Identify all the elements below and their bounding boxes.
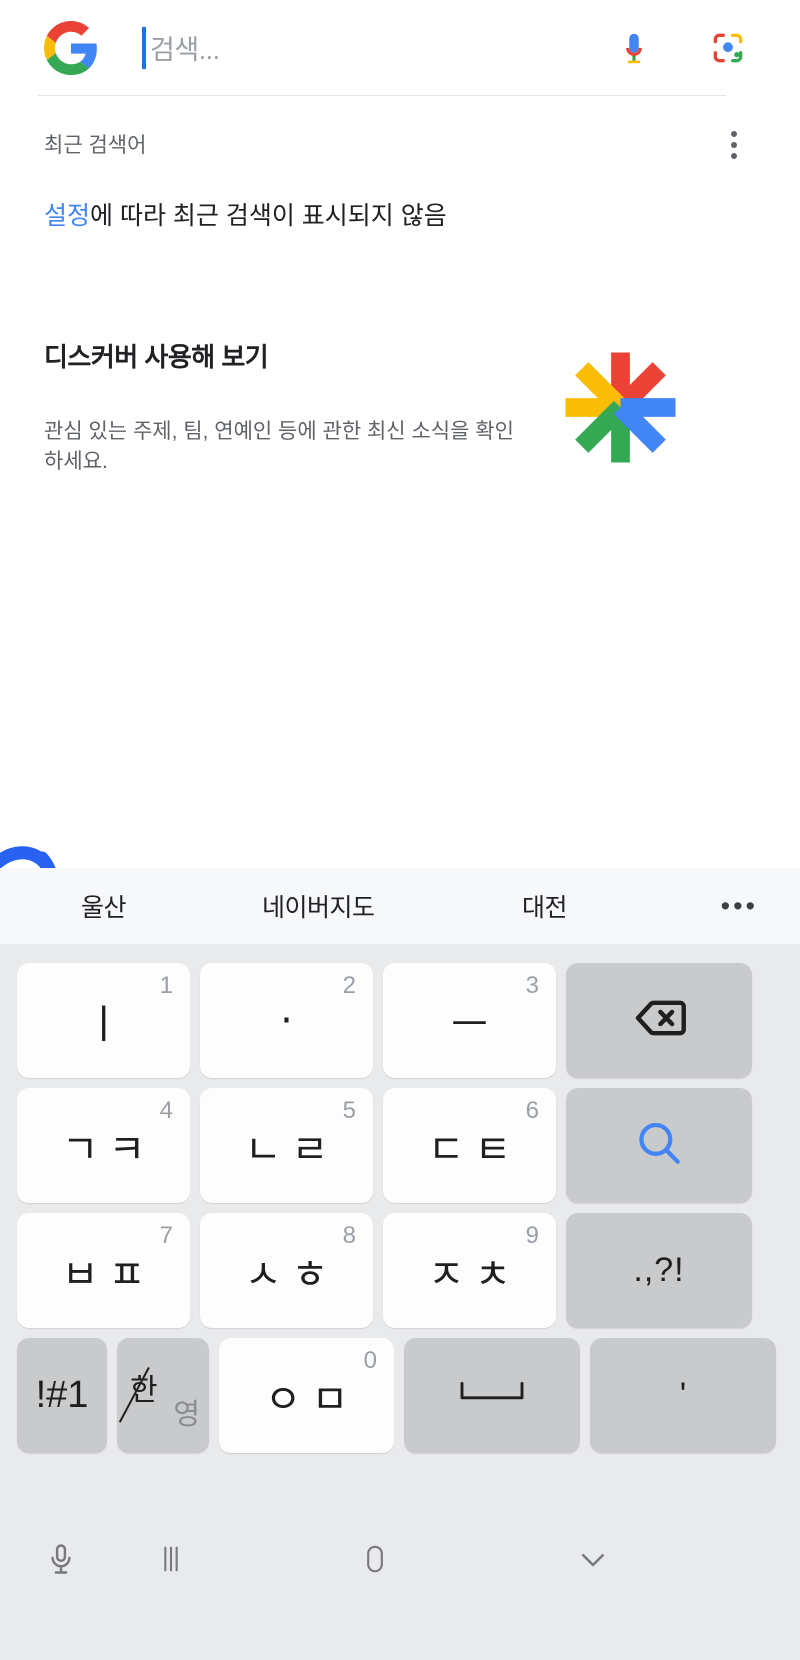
key-label: ㅂㅍ: [61, 1251, 156, 1298]
key-number: 8: [342, 1222, 356, 1249]
recent-searches-header: 최근 검색어: [0, 118, 800, 170]
key-giyeok-kieuk[interactable]: ㄱㅋ 4: [17, 1088, 190, 1203]
key-label: .,?!: [633, 1251, 685, 1289]
key-jieut-chieut[interactable]: ㅈㅊ 9: [383, 1213, 556, 1328]
key-number: 5: [342, 1097, 356, 1124]
korean-keyboard: ㅣ 1 · 2 ㅡ 3 ㄱㅋ 4 ㄴㄹ 5 ㄷㅌ 6 ㅂㅍ 7 ㅅㅎ 8 ㅈㅊ …: [0, 944, 800, 1489]
search-magnifier-icon: [632, 1116, 686, 1175]
key-number: 2: [342, 972, 356, 999]
home-icon[interactable]: [330, 1519, 420, 1599]
key-label: ㅅㅎ: [244, 1251, 339, 1298]
language-toggle-icon: 한 영: [118, 1361, 202, 1431]
keyboard-row-1: ㅣ 1 · 2 ㅡ 3: [12, 958, 788, 1083]
key-symbols[interactable]: !#1: [17, 1338, 107, 1453]
key-label: ㅇㅁ: [264, 1376, 359, 1423]
suggestion-chip-2[interactable]: 대전: [522, 888, 568, 924]
key-number: 6: [525, 1097, 539, 1124]
key-label: ㅣ: [85, 1001, 132, 1048]
key-space[interactable]: [404, 1338, 580, 1453]
key-dot[interactable]: · 2: [200, 963, 373, 1078]
recent-apps-icon[interactable]: [126, 1519, 216, 1599]
key-label: ㅈㅊ: [427, 1251, 522, 1298]
notice-text: 에 따라 최근 검색이 표시되지 않음: [90, 202, 447, 230]
key-number: 3: [525, 972, 539, 999]
key-label: ·: [280, 997, 303, 1044]
keyboard-row-4: !#1 한 영 ㅇㅁ 0 ': [12, 1333, 788, 1458]
text-cursor: [142, 26, 146, 69]
search-input[interactable]: 검색...: [142, 21, 606, 75]
system-navigation-bar: [0, 1489, 800, 1660]
more-vertical-icon[interactable]: [714, 125, 754, 165]
discover-subtitle: 관심 있는 주제, 팀, 연예인 등에 관한 최신 소식을 확인하세요.: [44, 420, 514, 474]
key-backspace[interactable]: [566, 963, 752, 1078]
google-discover-asterisk-icon: [553, 345, 688, 470]
key-label: !#1: [35, 1374, 89, 1416]
key-number: 7: [159, 1222, 173, 1249]
key-label: ㄱㅋ: [61, 1126, 156, 1173]
key-label-eng: 영: [173, 1398, 200, 1431]
google-g-logo-icon: [44, 20, 98, 75]
key-eu[interactable]: ㅡ 3: [383, 963, 556, 1078]
key-label: ': [679, 1376, 687, 1414]
key-siot-hieut[interactable]: ㅅㅎ 8: [200, 1213, 373, 1328]
suggestions-more-button[interactable]: •••: [721, 891, 758, 922]
key-number: 4: [159, 1097, 173, 1124]
no-recent-searches-notice: 설정에 따라 최근 검색이 표시되지 않음: [44, 200, 704, 233]
keyboard-row-3: ㅂㅍ 7 ㅅㅎ 8 ㅈㅊ 9 .,?!: [12, 1208, 788, 1333]
key-number: 1: [159, 972, 173, 999]
key-label: ㄴㄹ: [244, 1126, 339, 1173]
discover-promo-card[interactable]: 디스커버 사용해 보기 관심 있는 주제, 팀, 연예인 등에 관한 최신 소식…: [0, 325, 800, 505]
recent-searches-label: 최근 검색어: [44, 134, 147, 157]
suggestion-strip: 울산 네이버지도 대전 •••: [0, 868, 800, 944]
search-header: 검색...: [0, 0, 800, 95]
key-bieup-pieup[interactable]: ㅂㅍ 7: [17, 1213, 190, 1328]
key-search[interactable]: [566, 1088, 752, 1203]
chevron-down-icon[interactable]: [548, 1519, 638, 1599]
key-nieun-rieul[interactable]: ㄴㄹ 5: [200, 1088, 373, 1203]
header-divider: [38, 95, 726, 96]
key-language-toggle[interactable]: 한 영: [117, 1338, 209, 1453]
key-label: ㅡ: [451, 1001, 498, 1048]
space-bar-icon: [456, 1378, 528, 1413]
backspace-icon: [631, 990, 687, 1051]
key-i[interactable]: ㅣ 1: [17, 963, 190, 1078]
microphone-icon[interactable]: [16, 1519, 106, 1599]
key-ieung-mieum[interactable]: ㅇㅁ 0: [219, 1338, 394, 1453]
key-punctuation[interactable]: .,?!: [566, 1213, 752, 1328]
key-digeut-tieut[interactable]: ㄷㅌ 6: [383, 1088, 556, 1203]
suggestion-chip-1[interactable]: 네이버지도: [262, 888, 375, 924]
key-number: 0: [363, 1347, 377, 1374]
microphone-icon[interactable]: [606, 20, 662, 76]
key-label-han: 한: [130, 1373, 158, 1407]
google-lens-icon[interactable]: [700, 20, 756, 76]
key-number: 9: [525, 1222, 539, 1249]
suggestion-chip-0[interactable]: 울산: [81, 888, 127, 924]
key-apostrophe[interactable]: ': [590, 1338, 776, 1453]
key-label: ㄷㅌ: [427, 1126, 522, 1173]
keyboard-row-2: ㄱㅋ 4 ㄴㄹ 5 ㄷㅌ 6: [12, 1083, 788, 1208]
settings-link[interactable]: 설정: [44, 202, 90, 230]
discover-title: 디스커버 사용해 보기: [44, 342, 269, 372]
search-placeholder: 검색...: [150, 35, 220, 65]
